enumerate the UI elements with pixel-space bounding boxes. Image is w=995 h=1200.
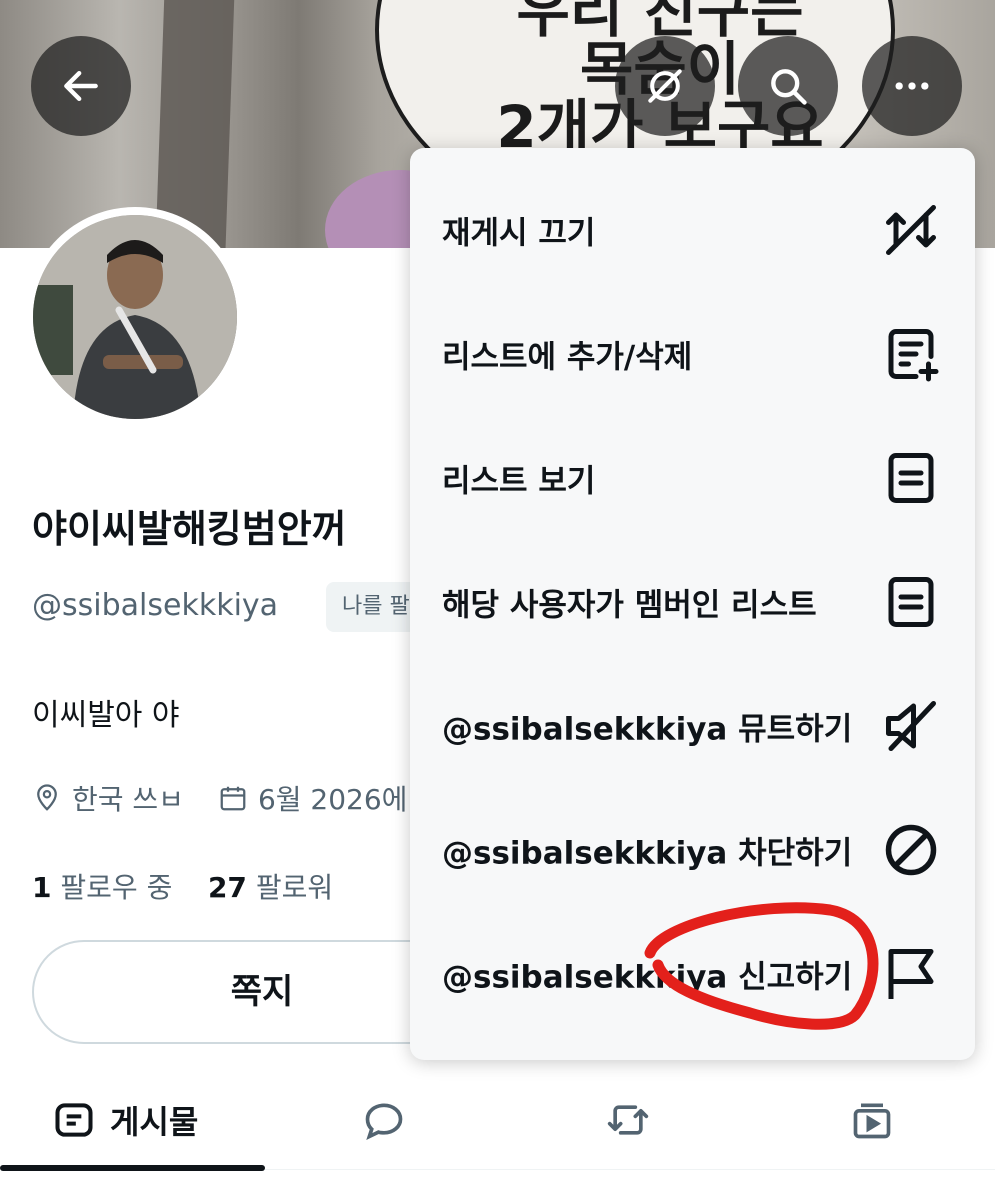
- tab-replies[interactable]: [362, 1082, 406, 1158]
- search-icon: [771, 69, 807, 105]
- search-button[interactable]: [738, 36, 838, 136]
- grok-icon: [648, 69, 682, 103]
- tab-media[interactable]: [850, 1082, 894, 1158]
- profile-more-menu: 재게시 끄기 리스트에 추가/삭제 리스트 보기 해당 사용자가 멤버인 리스트…: [410, 148, 975, 1060]
- tab-posts[interactable]: 게시물: [52, 1082, 198, 1158]
- video-icon: [853, 1103, 891, 1139]
- flag-icon: [888, 949, 934, 999]
- menu-item-label: @ssibalsekkkiya 뮤트하기: [442, 711, 853, 748]
- followers-label: 팔로워: [255, 871, 334, 904]
- menu-item-member-lists[interactable]: 해당 사용자가 멤버인 리스트: [410, 540, 975, 664]
- profile-handle: @ssibalsekkkiya: [32, 588, 279, 623]
- menu-item-label: 리스트 보기: [442, 463, 596, 500]
- following-count: 1: [32, 871, 52, 904]
- menu-item-view-lists[interactable]: 리스트 보기: [410, 416, 975, 540]
- menu-item-label: 리스트에 추가/삭제: [442, 339, 693, 376]
- followers-count: 27: [207, 871, 247, 904]
- retweet-icon: [607, 1105, 649, 1135]
- menu-item-report[interactable]: @ssibalsekkkiya 신고하기: [410, 912, 975, 1036]
- menu-item-add-remove-lists[interactable]: 리스트에 추가/삭제: [410, 292, 975, 416]
- menu-item-block[interactable]: @ssibalsekkkiya 차단하기: [410, 788, 975, 912]
- mute-icon: [886, 701, 936, 751]
- list-add-icon: [888, 329, 939, 382]
- menu-item-mute[interactable]: @ssibalsekkkiya 뮤트하기: [410, 664, 975, 788]
- posts-icon: [55, 1103, 93, 1137]
- calendar-icon: [220, 786, 246, 811]
- active-tab-indicator: [0, 1165, 265, 1171]
- tab-posts-label: 게시물: [110, 1103, 199, 1141]
- more-horizontal-icon: [895, 82, 929, 90]
- followers-link[interactable]: 27 팔로워: [208, 871, 333, 904]
- reply-icon: [365, 1103, 403, 1141]
- profile-stats: 1 팔로우 중 27 팔로워: [32, 866, 333, 906]
- following-link[interactable]: 1 팔로우 중: [32, 871, 172, 904]
- profile-display-name: 야이씨발해킹범안꺼: [32, 507, 347, 551]
- retweet-off-icon: [886, 205, 936, 255]
- location-icon: [37, 784, 57, 811]
- menu-item-label: 해당 사용자가 멤버인 리스트: [442, 587, 817, 624]
- profile-bio: 이씨발아 야: [32, 698, 180, 733]
- tab-reposts[interactable]: [606, 1082, 650, 1158]
- menu-item-turn-off-reposts[interactable]: 재게시 끄기: [410, 168, 975, 292]
- back-button[interactable]: [31, 36, 131, 136]
- list-icon: [888, 453, 934, 503]
- profile-location: 한국 쓰ㅂ: [72, 783, 184, 816]
- profile-tabs: 게시물: [0, 1070, 995, 1171]
- grok-button[interactable]: [615, 36, 715, 136]
- menu-item-label: 재게시 끄기: [442, 215, 596, 252]
- more-button[interactable]: [862, 36, 962, 136]
- menu-item-label: @ssibalsekkkiya 차단하기: [442, 835, 853, 872]
- following-label: 팔로우 중: [60, 871, 173, 904]
- arrow-left-icon: [64, 70, 98, 102]
- block-icon: [885, 824, 937, 876]
- avatar-photo: [33, 215, 237, 419]
- menu-item-label: @ssibalsekkkiya 신고하기: [442, 959, 853, 996]
- list-icon: [888, 577, 934, 627]
- avatar[interactable]: [25, 207, 245, 427]
